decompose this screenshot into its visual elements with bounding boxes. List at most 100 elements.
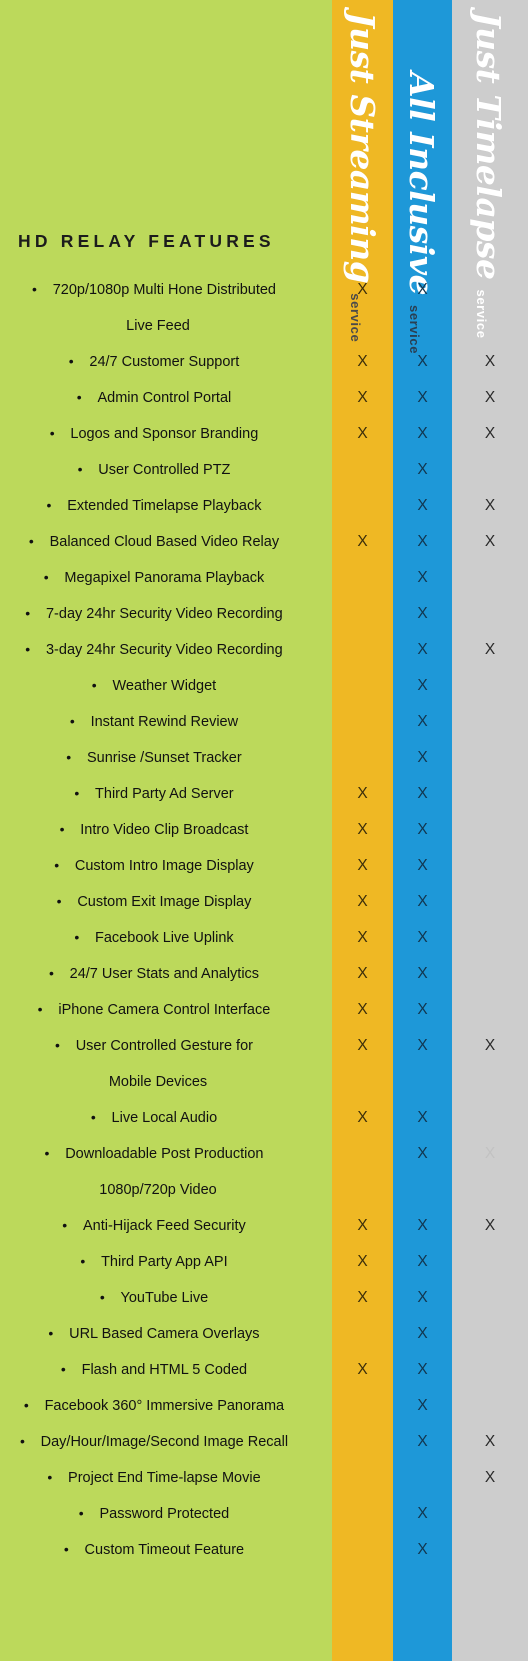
bullet-icon: •: [69, 713, 83, 730]
cell-all-inclusive: X: [417, 1361, 428, 1379]
bullet-icon: •: [60, 1361, 74, 1378]
table-row: • Third Party App API X X: [0, 1244, 528, 1280]
table-row: • Custom Exit Image Display X X: [0, 884, 528, 920]
table-row: • 720p/1080p Multi Hone Distributed X X: [0, 272, 528, 308]
cell-all-inclusive: X: [417, 1433, 428, 1451]
feature-label: • Intro Video Clip Broadcast: [0, 822, 332, 838]
cell-just-timelapse: X: [484, 1433, 496, 1451]
feature-label-text: Live Local Audio: [111, 1110, 218, 1127]
feature-label: • Project End Time-lapse Movie: [0, 1470, 332, 1486]
cell-all-inclusive: X: [417, 425, 428, 443]
table-row: • Facebook 360° Immersive Panorama X: [0, 1388, 528, 1424]
feature-label-text: Downloadable Post Production: [65, 1146, 264, 1163]
feature-label-text: 24/7 User Stats and Analytics: [69, 966, 260, 983]
feature-label: • 7-day 24hr Security Video Recording: [0, 606, 332, 622]
bullet-icon: •: [23, 1397, 37, 1414]
cell-just-streaming: X: [357, 1001, 368, 1019]
feature-label-text: YouTube Live: [120, 1290, 209, 1307]
cell-just-streaming: X: [357, 821, 368, 839]
cell-all-inclusive: X: [417, 965, 428, 983]
feature-label: • Megapixel Panorama Playback: [0, 570, 332, 586]
cell-just-streaming: X: [357, 893, 368, 911]
cell-all-inclusive: X: [417, 929, 428, 947]
table-row: • Custom Intro Image Display X X: [0, 848, 528, 884]
table-row: • Anti-Hijack Feed Security X X X: [0, 1208, 528, 1244]
bullet-icon: •: [37, 1001, 51, 1018]
table-row: • Balanced Cloud Based Video Relay X X X: [0, 524, 528, 560]
feature-label-text: 24/7 Customer Support: [89, 354, 240, 371]
feature-label: • Extended Timelapse Playback: [0, 498, 332, 514]
cell-just-streaming: X: [357, 857, 368, 875]
bullet-icon: •: [59, 821, 73, 838]
bullet-icon: •: [48, 1325, 62, 1342]
feature-label: • Live Local Audio: [0, 1110, 332, 1126]
feature-label-text: Live Feed: [126, 317, 190, 334]
bullet-icon: •: [19, 1433, 33, 1450]
bullet-icon: •: [80, 1253, 94, 1270]
feature-label-text: 3-day 24hr Security Video Recording: [45, 642, 283, 659]
table-row: 1080p/720p Video: [0, 1172, 528, 1208]
table-row: • URL Based Camera Overlays X: [0, 1316, 528, 1352]
bullet-icon: •: [66, 749, 79, 766]
cell-all-inclusive: X: [417, 1145, 428, 1163]
column-brand-just-streaming: Just Streaming: [343, 12, 382, 284]
feature-label-text: Day/Hour/Image/Second Image Recall: [40, 1434, 289, 1451]
feature-label: Live Feed: [0, 319, 332, 334]
table-row: • Live Local Audio X X: [0, 1100, 528, 1136]
bullet-icon: •: [47, 1469, 61, 1486]
bullet-icon: •: [43, 569, 57, 586]
feature-label-text: iPhone Camera Control Interface: [58, 1002, 271, 1019]
feature-rows: • 720p/1080p Multi Hone Distributed X X Liv…: [0, 272, 528, 1568]
table-row: • Admin Control Portal X X X: [0, 380, 528, 416]
table-row: • User Controlled PTZ X: [0, 452, 528, 488]
cell-all-inclusive: X: [417, 605, 428, 623]
feature-label: • 720p/1080p Multi Hone Distributed: [0, 282, 332, 298]
cell-all-inclusive: X: [417, 353, 428, 371]
cell-all-inclusive: X: [417, 749, 428, 767]
cell-all-inclusive: X: [417, 1253, 428, 1271]
table-row: • Weather Widget X: [0, 668, 528, 704]
feature-label-text: Mobile Devices: [108, 1073, 208, 1090]
bullet-icon: •: [76, 389, 90, 406]
cell-all-inclusive: X: [417, 713, 428, 731]
feature-label-text: Custom Exit Image Display: [77, 894, 252, 911]
column-header-just-streaming: Just Streaming service: [332, 0, 393, 342]
pricing-comparison-table: Just Streaming service All Inclusive ser…: [0, 0, 528, 1661]
cell-just-streaming: X: [357, 389, 368, 407]
cell-just-timelapse: X: [484, 1145, 496, 1163]
table-row: • Instant Rewind Review X: [0, 704, 528, 740]
feature-label-text: Logos and Sponsor Branding: [70, 426, 259, 443]
feature-label: • Flash and HTML 5 Coded: [0, 1362, 332, 1378]
cell-all-inclusive: X: [417, 1001, 428, 1019]
cell-all-inclusive: X: [417, 1217, 428, 1235]
cell-all-inclusive: X: [417, 893, 428, 911]
feature-label: • 24/7 User Stats and Analytics: [0, 966, 332, 982]
feature-label-text: User Controlled PTZ: [98, 462, 231, 479]
bullet-icon: •: [32, 281, 45, 298]
cell-all-inclusive: X: [417, 857, 428, 875]
bullet-icon: •: [74, 785, 88, 802]
table-row: • YouTube Live X X: [0, 1280, 528, 1316]
table-row: • 24/7 User Stats and Analytics X X: [0, 956, 528, 992]
feature-label: • Day/Hour/Image/Second Image Recall: [0, 1434, 332, 1450]
feature-label: • User Controlled PTZ: [0, 462, 332, 478]
table-row: Live Feed: [0, 308, 528, 344]
feature-label-text: Flash and HTML 5 Coded: [81, 1362, 248, 1379]
bullet-icon: •: [48, 965, 62, 982]
bullet-icon: •: [54, 857, 67, 874]
cell-all-inclusive: X: [417, 1037, 428, 1055]
feature-label-text: 720p/1080p Multi Hone Distributed: [52, 282, 276, 299]
cell-all-inclusive: X: [417, 569, 428, 587]
cell-all-inclusive: X: [417, 1397, 428, 1415]
cell-just-streaming: X: [357, 353, 368, 371]
table-row: • User Controlled Gesture for X X X: [0, 1028, 528, 1064]
feature-label-text: Third Party App API: [101, 1254, 228, 1271]
feature-label-text: 7-day 24hr Security Video Recording: [45, 606, 283, 623]
feature-label: • Downloadable Post Production: [0, 1146, 332, 1162]
feature-label-text: Instant Rewind Review: [90, 714, 239, 731]
table-row: Mobile Devices: [0, 1064, 528, 1100]
table-row: • Project End Time-lapse Movie X: [0, 1460, 528, 1496]
cell-all-inclusive: X: [417, 1325, 428, 1343]
bullet-icon: •: [44, 1145, 58, 1162]
column-brand-just-timelapse: Just Timelapse: [469, 12, 508, 280]
